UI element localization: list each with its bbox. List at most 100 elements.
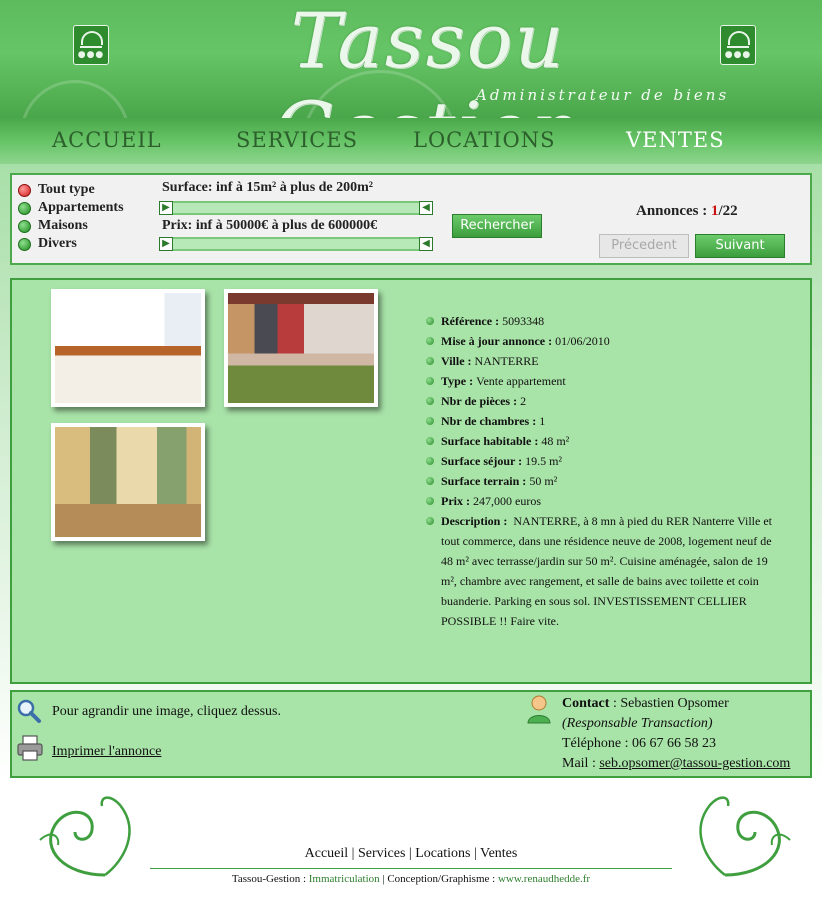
type-option-tout-type[interactable]: Tout type — [18, 181, 124, 199]
radio-icon — [18, 201, 31, 215]
credit-prefix: Tassou-Gestion : — [231, 873, 309, 885]
footer-link-ventes[interactable]: Ventes — [480, 846, 517, 861]
nav-item-services[interactable]: SERVICES — [236, 128, 358, 152]
detail-row: Nbr de chambres :1 — [426, 411, 786, 431]
radio-icon — [18, 237, 31, 251]
detail-label: Référence : — [441, 314, 500, 328]
contact-role: (Responsable Transaction) — [562, 716, 713, 731]
contact-mail-line: Mail : seb.opsomer@tassou-gestion.com — [562, 754, 790, 774]
listing-photo-room[interactable] — [51, 423, 205, 541]
detail-label: Surface habitable : — [441, 434, 539, 448]
type-option-maisons[interactable]: Maisons — [18, 217, 124, 235]
search-button[interactable]: Rechercher — [452, 214, 542, 238]
photo-image — [55, 427, 201, 537]
detail-value: 48 m² — [541, 434, 570, 448]
slider-max-handle-icon[interactable]: ◀ — [419, 237, 433, 251]
contact-name: : Sebastien Opsomer — [609, 696, 729, 711]
detail-value: 19.5 m² — [525, 454, 563, 468]
nav-item-locations[interactable]: LOCATIONS — [413, 128, 556, 152]
bullet-icon — [426, 497, 434, 505]
detail-label: Ville : — [441, 354, 472, 368]
user-contact-icon — [527, 695, 551, 724]
detail-row: Prix :247,000 euros — [426, 491, 786, 511]
slider-min-handle-icon[interactable]: ▶ — [159, 237, 173, 251]
credit-mid: | Conception/Graphisme : — [379, 873, 498, 885]
next-button[interactable]: Suivant — [695, 234, 785, 258]
detail-row: Surface terrain :50 m² — [426, 471, 786, 491]
type-option-appartements[interactable]: Appartements — [18, 199, 124, 217]
footer-link-services[interactable]: Services — [358, 846, 405, 861]
detail-label: Mise à jour annonce : — [441, 334, 553, 348]
footer-ornament-left — [39, 796, 131, 877]
type-option-label: Appartements — [38, 200, 124, 215]
footer-credits: Tassou-Gestion : Immatriculation | Conce… — [0, 873, 822, 885]
bullet-icon — [426, 337, 434, 345]
printer-icon[interactable] — [16, 734, 44, 762]
nav-item-accueil[interactable]: ACCUEIL — [52, 128, 162, 152]
description-block: Description : NANTERRE, à 8 mn à pied du… — [441, 511, 786, 631]
footer-sep: | — [405, 846, 416, 861]
slider-max-handle-icon[interactable]: ◀ — [419, 201, 433, 215]
detail-row: Ville : NANTERRE — [426, 351, 786, 371]
property-type-list: Tout type Appartements Maisons Divers — [18, 181, 124, 253]
detail-label: Type : — [441, 374, 474, 388]
detail-label: Prix : — [441, 494, 470, 508]
decorative-swirl — [20, 80, 130, 118]
detail-row: Référence :5093348 — [426, 311, 786, 331]
detail-row: Mise à jour annonce :01/06/2010 — [426, 331, 786, 351]
slider-min-handle-icon[interactable]: ▶ — [159, 201, 173, 215]
detail-row: Nbr de pièces :2 — [426, 391, 786, 411]
bullet-icon — [426, 397, 434, 405]
footer-link-locations[interactable]: Locations — [415, 846, 470, 861]
type-option-divers[interactable]: Divers — [18, 235, 124, 253]
detail-label: Nbr de pièces : — [441, 394, 518, 408]
contact-name-line: Contact : Sebastien Opsomer — [562, 694, 790, 714]
zoom-hint: Pour agrandir une image, cliquez dessus. — [52, 704, 281, 719]
footer-divider — [150, 868, 672, 869]
bullet-icon — [426, 517, 434, 525]
detail-row-description: Description : NANTERRE, à 8 mn à pied du… — [426, 511, 786, 631]
contact-block: Contact : Sebastien Opsomer (Responsable… — [562, 694, 790, 774]
credit-link-immatriculation[interactable]: Immatriculation — [309, 873, 380, 885]
detail-value: 1 — [539, 414, 546, 428]
contact-mail-label: Mail : — [562, 756, 600, 771]
detail-row: Type : Vente appartement — [426, 371, 786, 391]
contact-phone: Téléphone : 06 67 66 58 23 — [562, 736, 716, 751]
photo-image — [228, 293, 374, 403]
detail-value: Vente appartement — [476, 374, 566, 388]
detail-label: Nbr de chambres : — [441, 414, 537, 428]
detail-value: 50 m² — [529, 474, 558, 488]
listing-photo-terrace[interactable] — [224, 289, 378, 407]
footer-nav: Accueil | Services | Locations | Ventes — [0, 846, 822, 862]
radio-icon — [18, 219, 31, 233]
results-counter-label: Annonces : — [636, 203, 708, 219]
detail-label: Description : — [441, 514, 508, 528]
price-range-label: Prix: inf à 50000€ à plus de 600000€ — [162, 218, 378, 233]
surface-range-label: Surface: inf à 15m² à plus de 200m² — [162, 180, 374, 195]
photo-image — [55, 293, 201, 403]
type-option-label: Maisons — [38, 218, 88, 233]
radio-selected-icon — [18, 183, 31, 197]
listing-photo-kitchen[interactable] — [51, 289, 205, 407]
info-panel: Pour agrandir une image, cliquez dessus.… — [10, 690, 812, 778]
description-text: NANTERRE, à 8 mn à pied du RER Nanterre … — [441, 514, 772, 628]
surface-slider[interactable]: ▶ ◀ — [159, 201, 433, 215]
site-logo-subtitle: Administrateur de biens — [476, 86, 730, 104]
price-slider[interactable]: ▶ ◀ — [159, 237, 433, 251]
footer-link-accueil[interactable]: Accueil — [305, 846, 349, 861]
type-option-label: Tout type — [38, 182, 95, 197]
bullet-icon — [426, 477, 434, 485]
footer-sep: | — [348, 846, 358, 861]
results-counter: Annonces : 1/22 — [636, 203, 738, 220]
previous-button[interactable]: Précedent — [599, 234, 689, 258]
detail-value: NANTERRE — [474, 354, 539, 368]
contact-mail-link[interactable]: seb.opsomer@tassou-gestion.com — [599, 756, 790, 771]
detail-value: 247,000 euros — [473, 494, 541, 508]
print-link[interactable]: Imprimer l'annonce — [52, 744, 161, 760]
nav-item-ventes[interactable]: VENTES — [626, 128, 725, 152]
search-panel: Tout type Appartements Maisons Divers Su… — [10, 173, 812, 265]
footer-ornament-right — [699, 796, 791, 877]
site-header: ●●● ●●● Tassou Gestion Administrateur de… — [0, 0, 822, 118]
credit-link-site[interactable]: www.renaudhedde.fr — [498, 873, 590, 885]
bullet-icon — [426, 377, 434, 385]
